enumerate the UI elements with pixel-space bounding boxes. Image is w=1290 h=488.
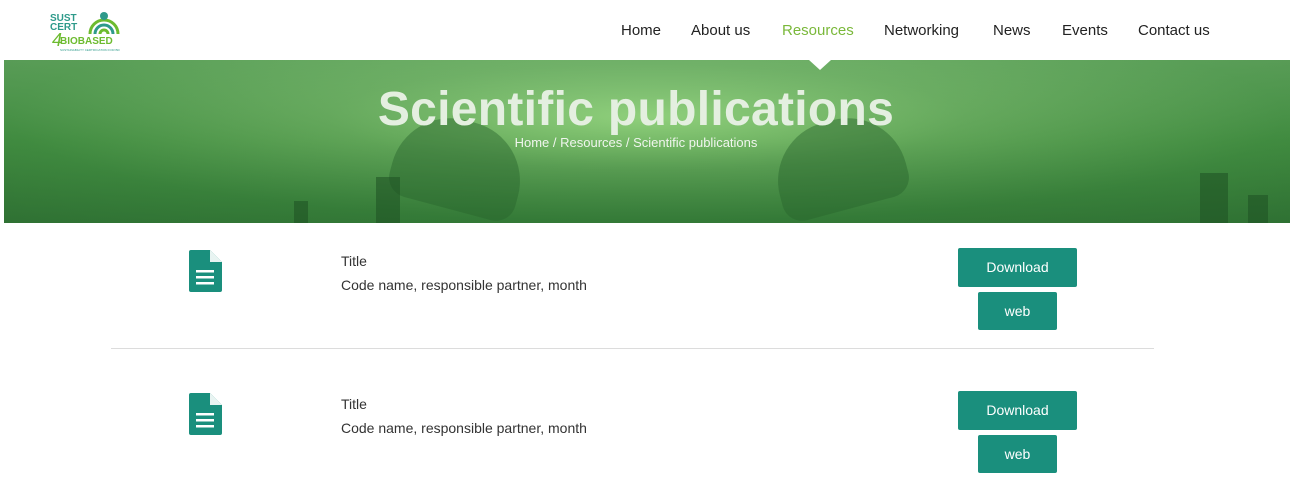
download-button[interactable]: Download xyxy=(958,391,1077,430)
breadcrumb-separator: / xyxy=(622,135,634,150)
nav-about-us[interactable]: About us xyxy=(691,22,750,39)
hero-building xyxy=(376,177,400,223)
breadcrumb-resources[interactable]: Resources xyxy=(560,135,622,150)
download-button[interactable]: Download xyxy=(958,248,1077,287)
publication-title: Title xyxy=(341,253,367,269)
publication-divider xyxy=(111,348,1154,349)
nav-home[interactable]: Home xyxy=(621,22,661,39)
document-icon xyxy=(189,250,222,292)
publication-item: Title Code name, responsible partner, mo… xyxy=(0,244,1290,344)
document-icon xyxy=(189,393,222,435)
breadcrumb-separator: / xyxy=(549,135,561,150)
breadcrumb-current: Scientific publications xyxy=(633,135,758,150)
publication-meta: Code name, responsible partner, month xyxy=(341,420,587,436)
nav-events[interactable]: Events xyxy=(1062,22,1108,39)
hero-building xyxy=(1248,195,1268,223)
hero-building xyxy=(294,201,308,223)
main-nav: Home About us Resources Networking News … xyxy=(0,22,1290,44)
nav-networking[interactable]: Networking xyxy=(884,22,959,39)
nav-news[interactable]: News xyxy=(993,22,1031,39)
web-button[interactable]: web xyxy=(978,435,1057,473)
publication-title: Title xyxy=(341,396,367,412)
publication-item: Title Code name, responsible partner, mo… xyxy=(0,387,1290,487)
nav-resources[interactable]: Resources xyxy=(782,22,854,39)
logo-tagline: SUSTAINABILITY CERTIFICATION FOR BIOBASE… xyxy=(60,48,120,52)
breadcrumb-home[interactable]: Home xyxy=(515,135,550,150)
page-hero-banner: Scientific publications Home / Resources… xyxy=(4,60,1290,223)
nav-contact-us[interactable]: Contact us xyxy=(1138,22,1210,39)
breadcrumb: Home / Resources / Scientific publicatio… xyxy=(4,135,1268,150)
page-title: Scientific publications xyxy=(377,83,895,136)
hero-building xyxy=(1200,173,1228,223)
web-button[interactable]: web xyxy=(978,292,1057,330)
active-nav-pointer xyxy=(809,60,831,70)
publication-meta: Code name, responsible partner, month xyxy=(341,277,587,293)
site-header: SUST CERT 4 BIOBASED SUSTAINABILITY CERT… xyxy=(0,0,1290,62)
